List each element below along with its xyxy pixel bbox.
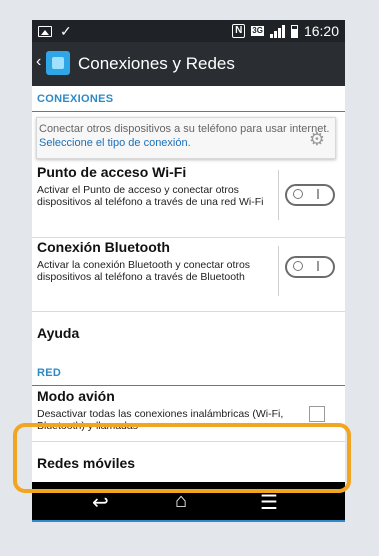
bluetooth-item[interactable]: Conexión Bluetooth Activar la conexión B… <box>32 238 345 312</box>
section-header-red: RED <box>32 360 345 386</box>
gear-icon[interactable]: ⚙ <box>309 130 325 148</box>
divider <box>278 170 279 220</box>
bluetooth-toggle[interactable] <box>285 256 335 278</box>
bluetooth-title: Conexión Bluetooth <box>37 239 170 255</box>
signal-icon <box>269 24 285 38</box>
hint-link[interactable]: Seleccione el tipo de conexión. <box>39 137 191 149</box>
help-title: Ayuda <box>37 325 80 341</box>
hotspot-toggle[interactable] <box>285 184 335 206</box>
nfc-icon: N <box>232 24 246 38</box>
back-icon[interactable]: ↩ <box>92 490 109 515</box>
image-icon <box>38 26 52 37</box>
bottom-accent-line <box>32 520 345 522</box>
home-icon[interactable]: ⌂ <box>175 490 187 513</box>
hotspot-item[interactable]: Punto de acceso Wi-Fi Activar el Punto d… <box>32 162 345 238</box>
section-header-conexiones: CONEXIONES <box>32 86 345 112</box>
toggle-line-icon <box>317 189 319 199</box>
hint-text: Conectar otros dispositivos a su teléfon… <box>39 123 330 135</box>
clock: 16:20 <box>303 23 339 39</box>
airplane-checkbox[interactable] <box>309 406 325 422</box>
page-title: Conexiones y Redes <box>78 54 235 73</box>
divider <box>278 246 279 296</box>
toggle-off-icon <box>293 189 303 199</box>
menu-icon[interactable]: ☰ <box>260 490 278 515</box>
hotspot-desc: Activar el Punto de acceso y conectar ot… <box>37 184 264 208</box>
airplane-title: Modo avión <box>37 388 115 404</box>
toggle-off-icon <box>293 261 303 271</box>
toggle-line-icon <box>317 261 319 271</box>
network-type: 3G <box>251 26 264 36</box>
connection-hint-popup: Conectar otros dispositivos a su teléfon… <box>36 117 336 159</box>
back-chevron-icon[interactable]: ‹ <box>36 53 41 71</box>
help-item[interactable]: Ayuda <box>32 312 345 360</box>
battery-icon <box>290 24 298 38</box>
settings-app-icon[interactable] <box>46 51 70 75</box>
highlight-outline <box>13 423 351 493</box>
status-bar: ✓ N 3G 16:20 <box>32 20 345 42</box>
hotspot-title: Punto de acceso Wi-Fi <box>37 164 187 180</box>
check-icon: ✓ <box>60 23 72 39</box>
bluetooth-desc: Activar la conexión Bluetooth y conectar… <box>37 259 251 283</box>
action-bar[interactable]: ‹ Conexiones y Redes <box>32 42 345 86</box>
